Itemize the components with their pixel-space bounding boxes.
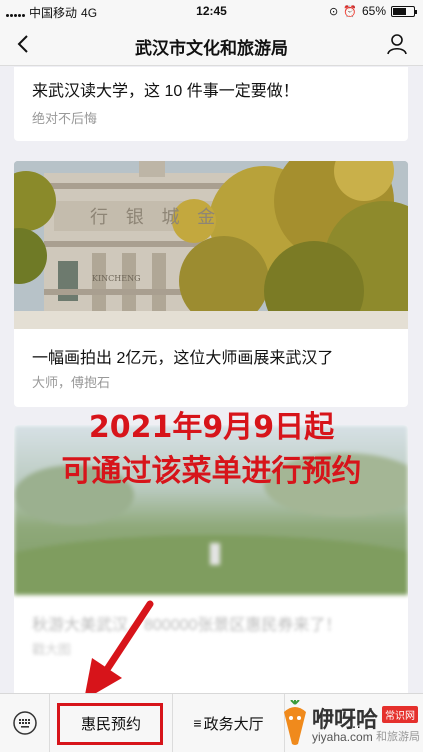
nav-bar: 武汉市文化和旅游局 bbox=[0, 22, 423, 66]
battery-icon bbox=[391, 5, 417, 17]
carrot-mascot-icon bbox=[284, 700, 306, 745]
article-subtitle: 大师，傅抱石 bbox=[32, 375, 111, 390]
highlight-box bbox=[57, 703, 163, 745]
watermark-url: yiyaha.com bbox=[312, 730, 373, 744]
rotation-lock-icon: ⊙ bbox=[329, 5, 339, 18]
back-arrow-icon[interactable] bbox=[12, 32, 36, 56]
watermark-tail: 和旅游局 bbox=[376, 731, 420, 743]
announcement-line-1: 2021年9月9日起 bbox=[88, 410, 335, 445]
article-card[interactable]: 来武汉读大学，这 10 件事一定要做！ 绝对不后悔 bbox=[14, 67, 408, 141]
cover-engraving-latin: KINCHENG bbox=[92, 274, 141, 283]
cover-engraving-text: 行 银 城 金 bbox=[90, 207, 222, 228]
watermark: 咿呀哈 常识网 yiyaha.com 和旅游局 bbox=[276, 696, 423, 752]
article-card[interactable]: 行 银 城 金 KINCHENG 一幅画拍出 2亿元，这位大师画展来武汉了 大师… bbox=[14, 161, 408, 407]
menu-item-government-hall[interactable]: ≡ 政务大厅 bbox=[172, 694, 284, 752]
page-title: 武汉市文化和旅游局 bbox=[135, 39, 288, 58]
battery-percent: 65% bbox=[361, 4, 386, 18]
status-bar: 中国移动 4G 12:45 ⊙ ⏰ 65% bbox=[0, 0, 423, 22]
announcement-overlay: 2021年9月9日起 可通过该菜单进行预约 bbox=[0, 406, 423, 494]
article-title: 来武汉读大学，这 10 件事一定要做！ bbox=[32, 83, 299, 100]
watermark-tag: 常识网 bbox=[382, 706, 418, 723]
article-title: 一幅画拍出 2亿元，这位大师画展来武汉了 bbox=[32, 350, 334, 367]
article-feed: 来武汉读大学，这 10 件事一定要做！ 绝对不后悔 行 银 城 金 KINCHE… bbox=[0, 67, 423, 693]
alarm-icon: ⏰ bbox=[343, 5, 357, 18]
keyboard-icon bbox=[12, 711, 37, 735]
menu-item-label: 政务大厅 bbox=[203, 715, 264, 733]
submenu-icon: ≡ bbox=[193, 715, 202, 731]
announcement-line-2: 可通过该菜单进行预约 bbox=[61, 454, 362, 489]
profile-icon[interactable] bbox=[385, 32, 409, 56]
article-title: 秋游大美武汉，800000张景区惠民券来了！ bbox=[32, 617, 342, 634]
article-subtitle: 绝对不后悔 bbox=[32, 111, 98, 126]
red-arrow-icon bbox=[84, 600, 154, 700]
keyboard-toggle[interactable] bbox=[0, 694, 50, 752]
article-cover-image: 行 银 城 金 KINCHENG bbox=[14, 161, 408, 329]
